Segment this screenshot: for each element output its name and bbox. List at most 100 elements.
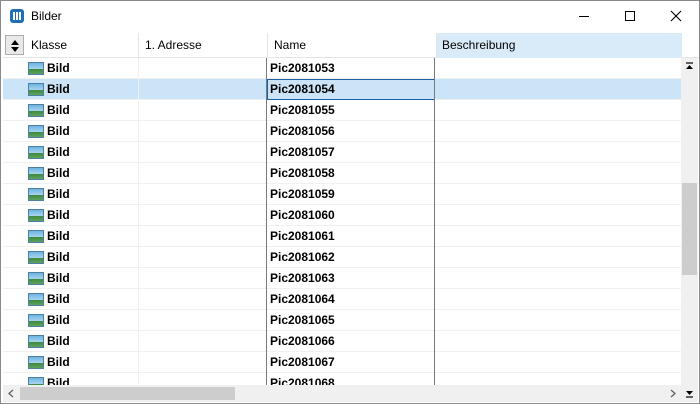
- image-icon: [28, 251, 44, 264]
- close-button[interactable]: [653, 1, 699, 31]
- scroll-to-bottom-icon: [686, 391, 693, 398]
- cell-klasse: Bild: [47, 334, 70, 348]
- table-row[interactable]: Bild Pic2081053: [3, 58, 681, 79]
- table-row[interactable]: Bild Pic2081067: [3, 352, 681, 373]
- table-row[interactable]: Bild Pic2081060: [3, 205, 681, 226]
- table-row[interactable]: Bild Pic2081064: [3, 289, 681, 310]
- scroll-left-button[interactable]: [3, 385, 20, 402]
- cell-klasse: Bild: [47, 103, 70, 117]
- minimize-icon: [579, 16, 589, 17]
- cell-name[interactable]: Pic2081061: [267, 226, 435, 247]
- table-row[interactable]: Bild Pic2081061: [3, 226, 681, 247]
- column-divider: [138, 79, 139, 100]
- vertical-scroll-thumb[interactable]: [682, 183, 697, 275]
- cell-klasse: Bild: [47, 208, 70, 222]
- image-icon: [28, 104, 44, 117]
- image-icon: [28, 377, 44, 385]
- close-icon: [670, 10, 682, 22]
- title-bar[interactable]: Bilder: [1, 1, 699, 31]
- scroll-down-button[interactable]: [681, 385, 698, 402]
- horizontal-scrollbar[interactable]: [3, 385, 681, 402]
- cell-name[interactable]: Pic2081063: [267, 268, 435, 289]
- image-icon: [28, 230, 44, 243]
- cell-name[interactable]: Pic2081055: [267, 100, 435, 121]
- image-icon: [28, 335, 44, 348]
- table-row[interactable]: Bild Pic2081057: [3, 142, 681, 163]
- scroll-right-button[interactable]: [664, 385, 681, 402]
- cell-klasse: Bild: [47, 271, 70, 285]
- cell-name[interactable]: Pic2081059: [267, 184, 435, 205]
- column-divider: [138, 268, 139, 289]
- cell-name[interactable]: Pic2081058: [267, 163, 435, 184]
- maximize-icon: [625, 11, 635, 21]
- sort-button[interactable]: [5, 35, 24, 55]
- cell-name[interactable]: Pic2081056: [267, 121, 435, 142]
- column-divider: [138, 289, 139, 310]
- column-divider: [138, 331, 139, 352]
- cell-klasse: Bild: [47, 61, 70, 75]
- cell-klasse: Bild: [47, 313, 70, 327]
- horizontal-scroll-thumb[interactable]: [20, 387, 235, 400]
- image-icon: [28, 146, 44, 159]
- column-divider: [138, 58, 139, 79]
- cell-name[interactable]: Pic2081053: [267, 58, 435, 79]
- image-icon: [28, 125, 44, 138]
- column-divider: [138, 310, 139, 331]
- cell-name[interactable]: Pic2081057: [267, 142, 435, 163]
- sort-updown-icon: [11, 40, 19, 52]
- window-title: Bilder: [31, 9, 62, 23]
- cell-klasse: Bild: [47, 355, 70, 369]
- table-row[interactable]: Bild Pic2081066: [3, 331, 681, 352]
- table-row[interactable]: Bild Pic2081055: [3, 100, 681, 121]
- cell-klasse: Bild: [47, 124, 70, 138]
- scroll-to-top-icon: [686, 62, 693, 69]
- column-divider: [138, 352, 139, 373]
- cell-name[interactable]: Pic2081067: [267, 352, 435, 373]
- vertical-scrollbar[interactable]: [681, 58, 698, 385]
- image-icon: [28, 167, 44, 180]
- chevron-left-icon: [8, 389, 14, 398]
- table-row[interactable]: Bild Pic2081063: [3, 268, 681, 289]
- cell-name[interactable]: Pic2081064: [267, 289, 435, 310]
- column-header-row: Klasse 1. Adresse Name Beschreibung: [3, 33, 699, 58]
- cell-klasse: Bild: [47, 166, 70, 180]
- column-divider: [138, 373, 139, 385]
- cell-klasse: Bild: [47, 376, 70, 385]
- image-icon: [28, 209, 44, 222]
- table-row[interactable]: Bild Pic2081059: [3, 184, 681, 205]
- column-header-name[interactable]: Name: [269, 33, 437, 58]
- column-divider: [138, 247, 139, 268]
- table-row[interactable]: Bild Pic2081058: [3, 163, 681, 184]
- cell-name[interactable]: Pic2081062: [267, 247, 435, 268]
- cell-name[interactable]: Pic2081066: [267, 331, 435, 352]
- maximize-button[interactable]: [607, 1, 653, 31]
- table-row[interactable]: Bild Pic2081054: [3, 79, 681, 100]
- cell-name[interactable]: Pic2081068: [267, 373, 435, 385]
- column-header-adresse[interactable]: 1. Adresse: [140, 33, 268, 58]
- grid-body: Bild Pic2081053 Bild Pic2081054 Bild Pic20810…: [3, 58, 681, 385]
- column-divider: [138, 184, 139, 205]
- cell-klasse: Bild: [47, 250, 70, 264]
- cell-name[interactable]: Pic2081054: [267, 79, 435, 100]
- table-row[interactable]: Bild Pic2081068: [3, 373, 681, 385]
- table-row[interactable]: Bild Pic2081065: [3, 310, 681, 331]
- table-row[interactable]: Bild Pic2081056: [3, 121, 681, 142]
- minimize-button[interactable]: [561, 1, 607, 31]
- column-header-beschreibung[interactable]: Beschreibung: [437, 33, 682, 58]
- column-divider: [138, 205, 139, 226]
- cell-klasse: Bild: [47, 292, 70, 306]
- cell-klasse: Bild: [47, 229, 70, 243]
- cell-name[interactable]: Pic2081065: [267, 310, 435, 331]
- image-icon: [28, 356, 44, 369]
- table-row[interactable]: Bild Pic2081062: [3, 247, 681, 268]
- image-icon: [28, 83, 44, 96]
- cell-name[interactable]: Pic2081060: [267, 205, 435, 226]
- image-icon: [28, 293, 44, 306]
- cell-klasse: Bild: [47, 82, 70, 96]
- column-header-klasse[interactable]: Klasse: [26, 33, 139, 58]
- cell-klasse: Bild: [47, 145, 70, 159]
- scroll-up-button[interactable]: [681, 58, 698, 75]
- image-icon: [28, 314, 44, 327]
- app-grid-icon: [10, 9, 24, 23]
- column-divider: [138, 142, 139, 163]
